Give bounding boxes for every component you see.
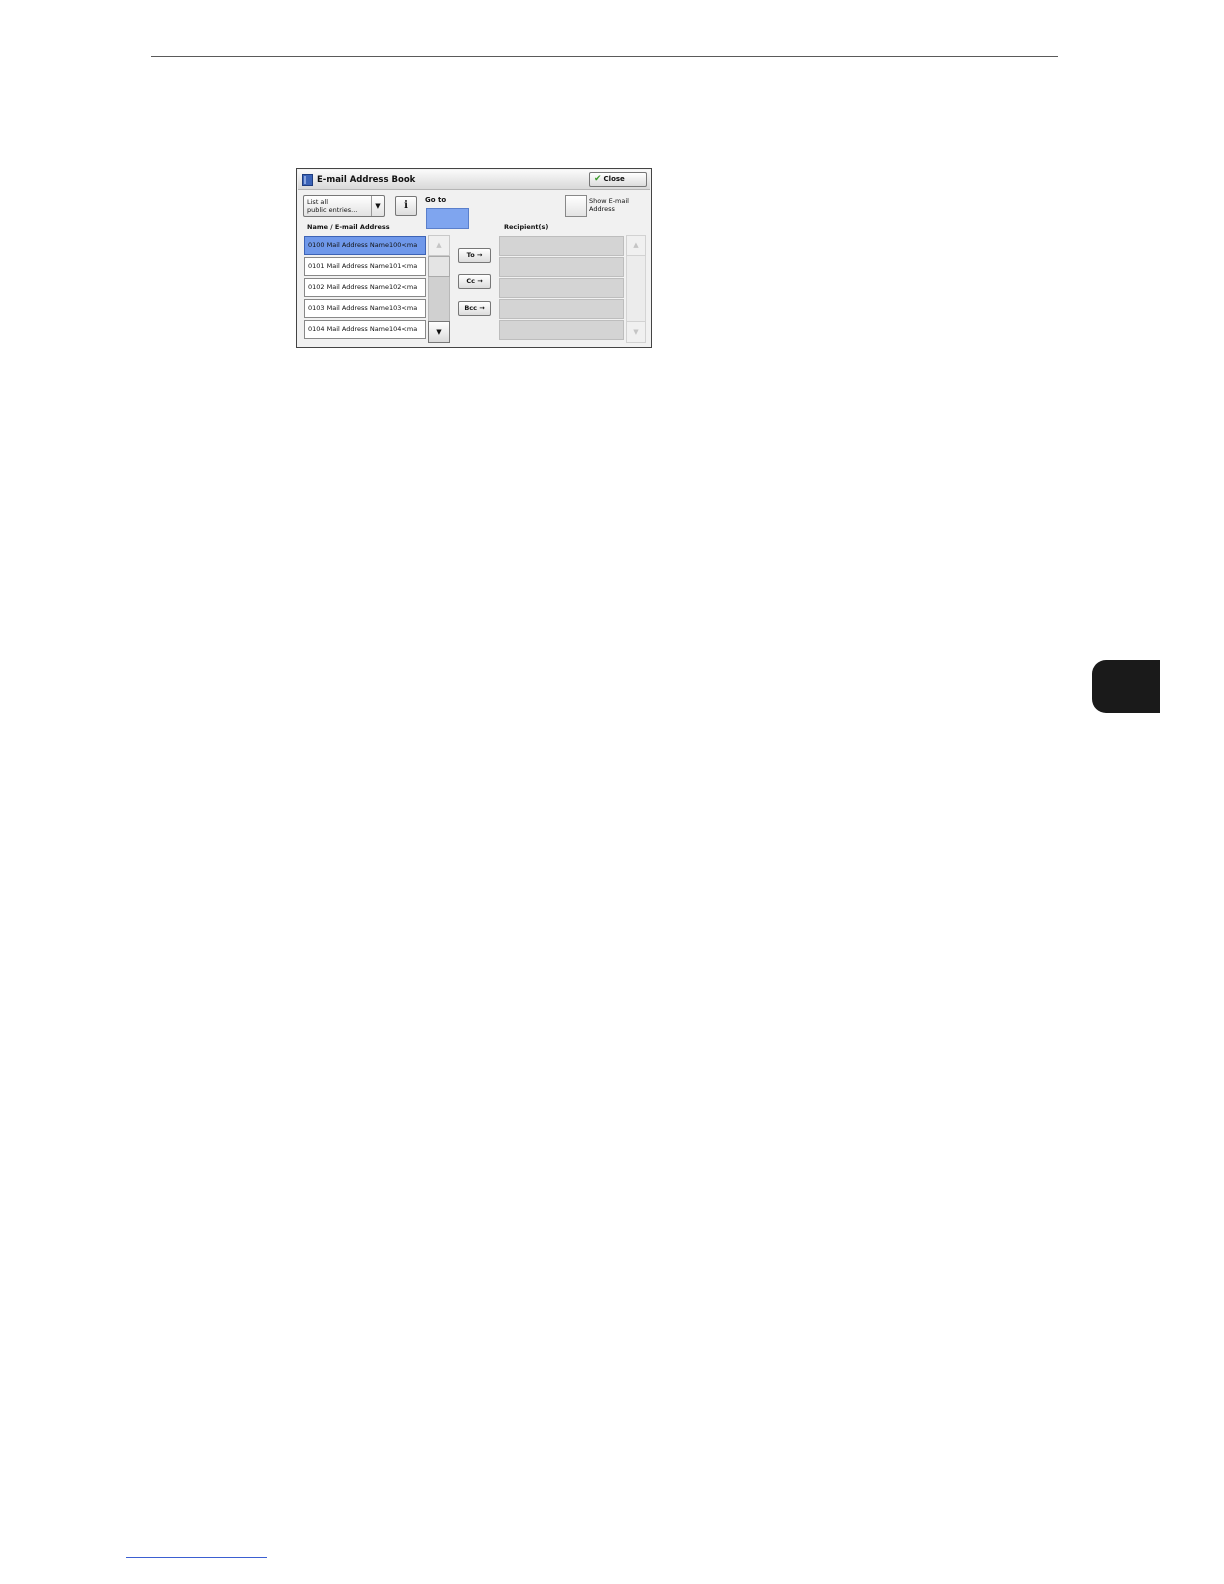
- arrow-down-icon: ▼: [633, 328, 639, 336]
- filter-dropdown[interactable]: List all public entries... ▼: [303, 195, 385, 217]
- close-label: Close: [603, 175, 625, 183]
- close-button[interactable]: ✔ Close: [589, 172, 647, 187]
- top-rule: [151, 56, 1058, 57]
- chevron-down-icon: ▼: [371, 196, 384, 216]
- filter-dropdown-value: List all public entries...: [307, 198, 358, 214]
- list-scrollbar-thumb[interactable]: [428, 256, 450, 277]
- goto-input[interactable]: [426, 208, 469, 229]
- address-entry-selected[interactable]: 0100 Mail Address Name100<ma: [304, 236, 426, 255]
- dialog-title: E-mail Address Book: [317, 175, 416, 185]
- address-entry[interactable]: 0101 Mail Address Name101<ma: [304, 257, 426, 276]
- email-address-book-dialog: E-mail Address Book ✔ Close List all publ…: [296, 168, 652, 348]
- address-book-icon: [302, 174, 313, 186]
- arrow-up-icon: ▲: [436, 241, 442, 249]
- recipients-column-header: Recipient(s): [504, 223, 549, 231]
- recipients-scroll-up-button: ▲: [626, 235, 646, 256]
- show-email-label: Show E-mail Address: [589, 197, 629, 213]
- footer-link-underline: [126, 1557, 267, 1558]
- arrow-down-icon: ▼: [436, 328, 442, 336]
- info-button[interactable]: i: [395, 196, 417, 216]
- bcc-button[interactable]: Bcc →: [458, 301, 491, 316]
- to-button[interactable]: To →: [458, 248, 491, 263]
- chapter-tab: [1092, 660, 1160, 713]
- address-entry[interactable]: 0104 Mail Address Name104<ma: [304, 320, 426, 339]
- recipients-scrollbar-track: [626, 256, 646, 321]
- show-email-checkbox[interactable]: [565, 195, 587, 217]
- list-scroll-down-button[interactable]: ▼: [428, 321, 450, 343]
- recipient-slot: [499, 236, 624, 256]
- dialog-titlebar: E-mail Address Book ✔ Close: [298, 170, 650, 190]
- recipient-slot: [499, 299, 624, 319]
- recipient-slot: [499, 278, 624, 298]
- info-icon: i: [404, 200, 408, 211]
- address-entry[interactable]: 0102 Mail Address Name102<ma: [304, 278, 426, 297]
- goto-label: Go to: [425, 196, 447, 204]
- address-entry[interactable]: 0103 Mail Address Name103<ma: [304, 299, 426, 318]
- cc-button[interactable]: Cc →: [458, 274, 491, 289]
- recipient-slot: [499, 320, 624, 340]
- recipient-slot: [499, 257, 624, 277]
- name-column-header: Name / E-mail Address: [307, 223, 390, 231]
- checkmark-icon: ✔: [594, 174, 602, 184]
- arrow-up-icon: ▲: [633, 241, 639, 249]
- recipients-scroll-down-button: ▼: [626, 321, 646, 343]
- list-scroll-up-button[interactable]: ▲: [428, 235, 450, 256]
